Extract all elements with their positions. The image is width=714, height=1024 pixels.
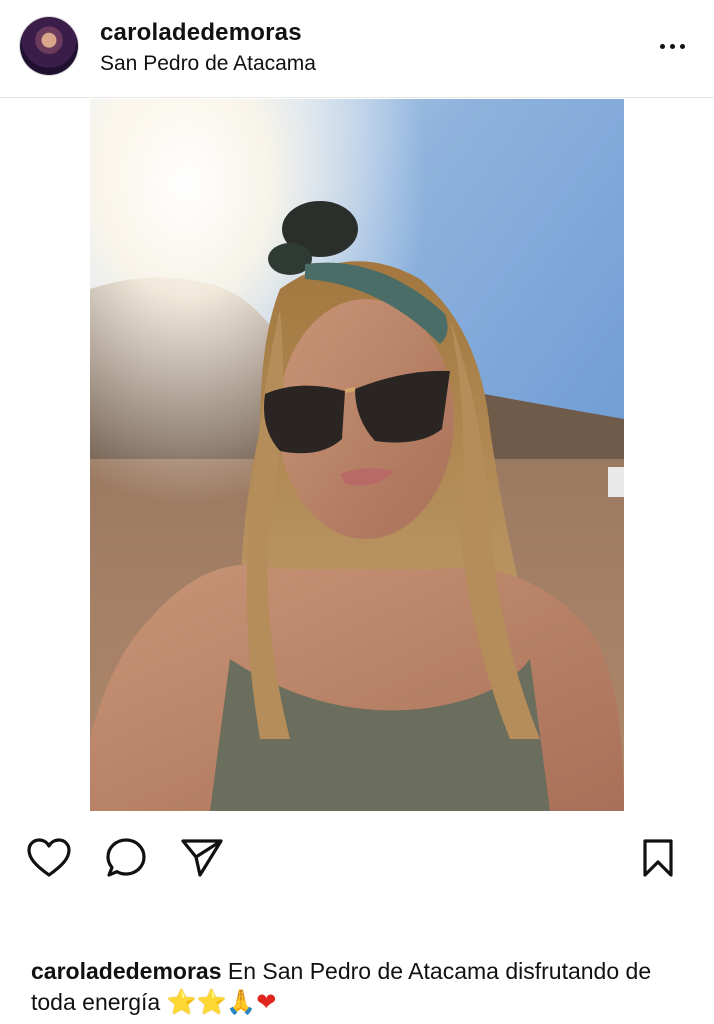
post-header: caroladedemoras San Pedro de Atacama [0, 0, 714, 98]
comment-icon [106, 838, 146, 877]
post-photo-illustration [90, 99, 624, 811]
caption-username[interactable]: caroladedemoras [31, 958, 221, 984]
praying-hands-emoji: 🙏 [226, 988, 257, 1016]
more-dot [669, 43, 675, 49]
star-emoji: ⭐ [196, 988, 227, 1016]
post-photo[interactable] [90, 99, 624, 811]
post-caption: caroladedemoras En San Pedro de Atacama … [31, 956, 681, 1018]
share-button[interactable] [178, 836, 226, 880]
bookmark-icon [643, 839, 673, 877]
send-icon [181, 839, 223, 877]
save-button[interactable] [634, 836, 682, 880]
star-emoji: ⭐ [166, 988, 197, 1016]
comment-button[interactable] [102, 836, 150, 880]
more-dot [659, 43, 665, 49]
avatar[interactable] [20, 17, 78, 75]
like-button[interactable] [25, 836, 73, 880]
more-dot [679, 43, 685, 49]
sunglasses-lens-left [264, 385, 345, 454]
more-options-icon[interactable] [652, 34, 692, 58]
red-heart-emoji: ❤ [256, 988, 277, 1016]
header-username[interactable]: caroladedemoras [100, 19, 302, 47]
heart-icon [27, 838, 71, 877]
header-location[interactable]: San Pedro de Atacama [100, 52, 316, 76]
sunglasses-bridge [344, 387, 356, 393]
